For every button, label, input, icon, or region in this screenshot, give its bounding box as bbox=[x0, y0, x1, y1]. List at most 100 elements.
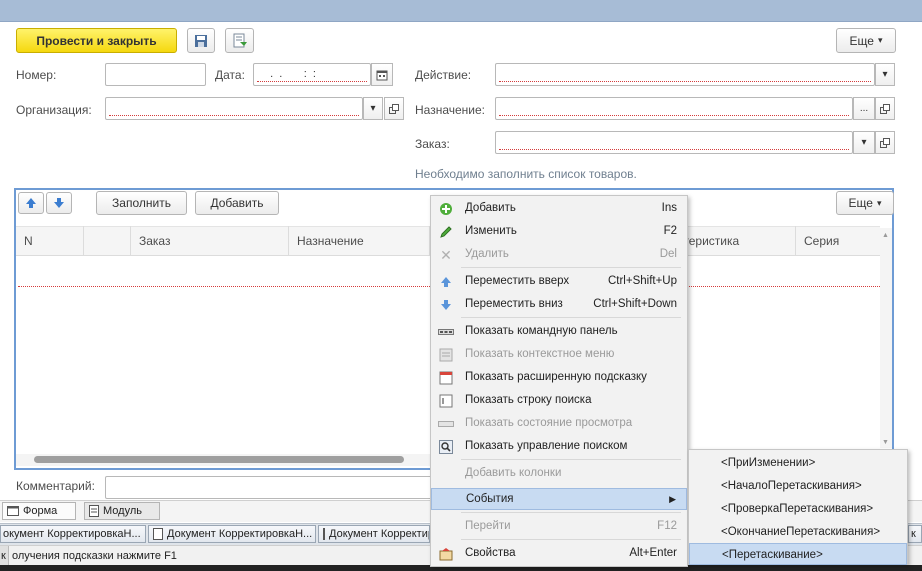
menu-item-move-down[interactable]: Переместить вниз Ctrl+Shift+Down bbox=[431, 294, 687, 316]
column-header-n[interactable]: N bbox=[16, 226, 84, 256]
menu-separator bbox=[461, 317, 681, 318]
menu-item-move-up-shortcut: Ctrl+Shift+Up bbox=[607, 275, 677, 287]
menu-separator bbox=[461, 267, 681, 268]
save-button[interactable] bbox=[187, 28, 215, 53]
purpose-select-button[interactable]: ... bbox=[853, 97, 875, 120]
tab-module[interactable]: Модуль bbox=[84, 502, 160, 520]
menu-item-show-view-state-label: Показать состояние просмотра bbox=[465, 417, 633, 429]
menu-item-show-command-panel[interactable]: Показать командную панель bbox=[431, 321, 687, 343]
add-row-button[interactable]: Добавить bbox=[195, 191, 279, 215]
menu-item-show-view-state[interactable]: Показать состояние просмотра bbox=[431, 413, 687, 435]
taskbar-item-4[interactable]: к bbox=[908, 525, 922, 543]
open-icon bbox=[880, 103, 890, 114]
column-header-order[interactable]: Заказ bbox=[131, 226, 289, 256]
post-and-close-button[interactable]: Провести и закрыть bbox=[16, 28, 177, 53]
menu-item-add-columns[interactable]: Добавить колонки bbox=[431, 463, 687, 485]
table-more-label: Еще bbox=[848, 196, 873, 210]
menu-separator bbox=[461, 512, 681, 513]
menu-item-show-extended-tooltip[interactable]: Показать расширенную подсказку bbox=[431, 367, 687, 389]
chevron-down-icon: ▾ bbox=[876, 197, 882, 208]
horizontal-scrollbar[interactable] bbox=[16, 454, 430, 466]
menu-item-show-extended-tooltip-label: Показать расширенную подсказку bbox=[465, 371, 647, 383]
taskbar-item-3[interactable]: Документ Корректиров bbox=[318, 525, 430, 543]
menu-item-add-columns-label: Добавить колонки bbox=[465, 467, 562, 479]
chevron-down-icon: ▾ bbox=[861, 137, 867, 148]
table-more-button[interactable]: Еще ▾ bbox=[836, 191, 894, 215]
tab-form[interactable]: Форма bbox=[2, 502, 76, 520]
calendar-button[interactable] bbox=[371, 63, 393, 86]
menu-item-goto[interactable]: Перейти F12 bbox=[431, 516, 687, 538]
organization-field[interactable] bbox=[105, 97, 363, 120]
post-button[interactable] bbox=[225, 28, 254, 53]
column-header-icon[interactable] bbox=[84, 226, 131, 256]
column-header-characteristic[interactable]: ктеристика bbox=[670, 226, 796, 256]
menu-item-show-context-menu[interactable]: Показать контекстное меню bbox=[431, 344, 687, 366]
order-field[interactable] bbox=[495, 131, 853, 154]
taskbar-item-1-label: окумент КорректировкаН... bbox=[3, 528, 141, 540]
submenu-item-drag-start[interactable]: <НачалоПеретаскивания> bbox=[689, 475, 907, 497]
fill-button[interactable]: Заполнить bbox=[96, 191, 187, 215]
taskbar-item-1[interactable]: окумент КорректировкаН... bbox=[0, 525, 146, 543]
number-field[interactable] bbox=[105, 63, 206, 86]
menu-item-goto-shortcut: F12 bbox=[657, 520, 677, 532]
tab-module-label: Модуль bbox=[103, 505, 142, 517]
menu-item-properties-shortcut: Alt+Enter bbox=[629, 547, 677, 559]
command-panel-icon bbox=[438, 324, 454, 340]
menu-item-move-down-shortcut: Ctrl+Shift+Down bbox=[593, 298, 677, 310]
organization-open-button[interactable] bbox=[384, 97, 404, 120]
comment-field[interactable] bbox=[105, 476, 435, 499]
menu-item-properties[interactable]: Свойства Alt+Enter bbox=[431, 543, 687, 565]
more-button-label: Еще bbox=[849, 33, 874, 48]
delete-icon: ✕ bbox=[440, 246, 452, 263]
chevron-down-icon: ▾ bbox=[370, 103, 376, 114]
menu-item-add-label: Добавить bbox=[465, 202, 516, 214]
menu-item-move-up-label: Переместить вверх bbox=[465, 275, 570, 287]
submenu-item-drag-end[interactable]: <ОкончаниеПеретаскивания> bbox=[689, 521, 907, 543]
menu-item-show-search-bar-label: Показать строку поиска bbox=[465, 394, 592, 406]
column-header-purpose[interactable]: Назначение bbox=[289, 226, 430, 256]
submenu-item-on-change[interactable]: <ПриИзменении> bbox=[689, 452, 907, 474]
date-value: . . : : bbox=[264, 68, 316, 80]
status-prefix: к bbox=[0, 546, 9, 566]
organization-dropdown-button[interactable]: ▾ bbox=[363, 97, 383, 120]
submenu-arrow-icon: ▶ bbox=[669, 494, 676, 504]
move-up-button[interactable] bbox=[18, 192, 44, 214]
horizontal-scroll-thumb[interactable] bbox=[34, 456, 404, 463]
purpose-open-button[interactable] bbox=[875, 97, 895, 120]
menu-item-delete[interactable]: ✕ Удалить Del bbox=[431, 244, 687, 266]
purpose-field[interactable] bbox=[495, 97, 853, 120]
submenu-item-drag[interactable]: <Перетаскивание> bbox=[689, 543, 907, 565]
search-bar-icon bbox=[438, 393, 454, 409]
move-down-icon bbox=[438, 297, 454, 313]
menu-item-edit[interactable]: Изменить F2 bbox=[431, 221, 687, 243]
tooltip-icon bbox=[438, 370, 454, 386]
action-label: Действие: bbox=[415, 68, 472, 82]
status-text: олучения подсказки нажмите F1 bbox=[12, 550, 177, 562]
menu-item-move-up[interactable]: Переместить вверх Ctrl+Shift+Up bbox=[431, 271, 687, 293]
menu-item-show-search-control[interactable]: Показать управление поиском bbox=[431, 436, 687, 458]
submenu-item-drag-check[interactable]: <ПроверкаПеретаскивания> bbox=[689, 498, 907, 520]
edit-icon bbox=[438, 224, 454, 240]
action-field[interactable] bbox=[495, 63, 875, 86]
menu-item-move-down-label: Переместить вниз bbox=[465, 298, 563, 310]
menu-item-add[interactable]: Добавить Ins bbox=[431, 198, 687, 220]
taskbar-item-2-label: Документ КорректировкаН... bbox=[167, 528, 313, 540]
open-icon bbox=[880, 137, 890, 148]
menu-item-events-label: События bbox=[466, 493, 514, 505]
validation-hint: Необходимо заполнить список товаров. bbox=[415, 167, 637, 181]
purpose-label: Назначение: bbox=[415, 103, 486, 117]
context-menu-icon bbox=[438, 347, 454, 363]
scroll-down-icon: ▼ bbox=[882, 439, 889, 446]
column-header-series[interactable]: Серия bbox=[796, 226, 880, 256]
taskbar-item-2[interactable]: Документ КорректировкаН... bbox=[148, 525, 316, 543]
menu-item-show-search-bar[interactable]: Показать строку поиска bbox=[431, 390, 687, 412]
move-down-button[interactable] bbox=[46, 192, 72, 214]
document-icon bbox=[323, 528, 325, 540]
date-field[interactable]: . . : : bbox=[253, 63, 371, 86]
action-dropdown-button[interactable]: ▾ bbox=[875, 63, 895, 86]
order-open-button[interactable] bbox=[875, 131, 895, 154]
more-button[interactable]: Еще ▾ bbox=[836, 28, 896, 53]
vertical-scrollbar[interactable]: ▲ ▼ bbox=[880, 228, 892, 448]
order-dropdown-button[interactable]: ▾ bbox=[853, 131, 875, 154]
menu-item-events[interactable]: События ▶ bbox=[431, 488, 687, 510]
